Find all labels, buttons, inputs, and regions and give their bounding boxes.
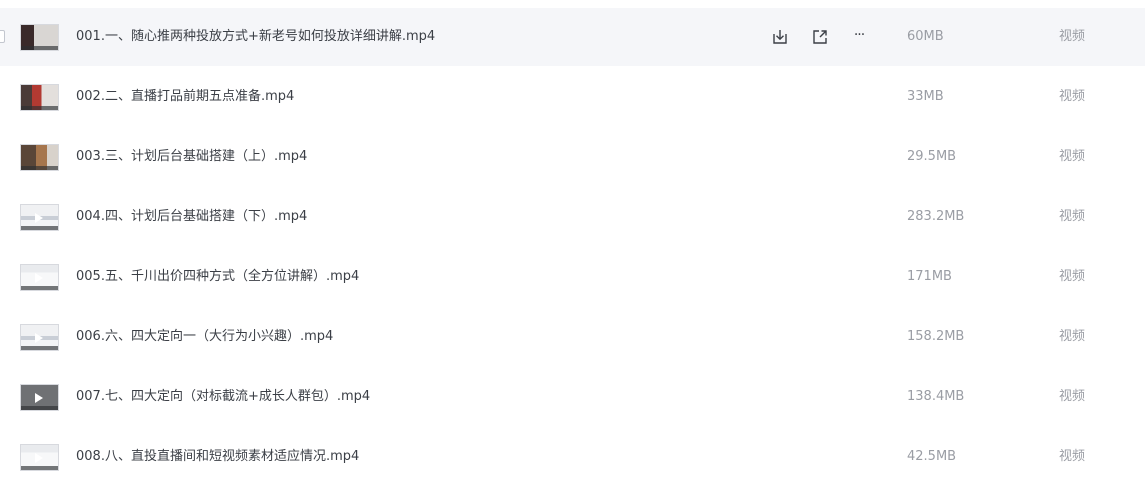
thumbnail-bar — [21, 466, 58, 470]
file-row[interactable]: 008.八、直投直播间和短视频素材适应情况.mp4 42.5MB 视频 — [0, 428, 1145, 486]
file-name[interactable]: 003.三、计划后台基础搭建（上）.mp4 — [76, 148, 307, 166]
file-type: 视频 — [1059, 449, 1086, 464]
file-type: 视频 — [1059, 389, 1086, 404]
file-size: 33MB — [907, 89, 944, 104]
file-size: 171MB — [907, 269, 952, 284]
file-name[interactable]: 008.八、直投直播间和短视频素材适应情况.mp4 — [76, 448, 359, 466]
download-icon[interactable] — [770, 27, 790, 47]
file-name[interactable]: 007.七、四大定向（对标截流+成长人群包）.mp4 — [76, 388, 370, 406]
thumbnail-bar — [21, 46, 58, 50]
share-icon[interactable] — [810, 27, 830, 47]
file-size: 138.4MB — [907, 389, 965, 404]
file-row[interactable]: 005.五、千川出价四种方式（全方位讲解）.mp4 171MB 视频 — [0, 248, 1145, 306]
file-list: 001.一、随心推两种投放方式+新老号如何投放详细讲解.mp4 ··· 60MB 视频… — [0, 0, 1145, 499]
file-name[interactable]: 006.六、四大定向一（大行为小兴趣）.mp4 — [76, 328, 333, 346]
video-thumbnail — [20, 384, 59, 411]
thumbnail-bar — [21, 286, 58, 290]
file-size: 42.5MB — [907, 449, 957, 464]
file-size: 29.5MB — [907, 149, 957, 164]
file-row[interactable]: 002.二、直播打品前期五点准备.mp4 33MB 视频 — [0, 68, 1145, 126]
video-thumbnail — [20, 264, 59, 291]
play-icon — [35, 333, 43, 343]
file-type: 视频 — [1059, 209, 1086, 224]
file-row[interactable]: 006.六、四大定向一（大行为小兴趣）.mp4 158.2MB 视频 — [0, 308, 1145, 366]
play-icon — [35, 393, 43, 403]
file-type: 视频 — [1059, 29, 1086, 44]
video-thumbnail — [20, 24, 59, 51]
file-name[interactable]: 002.二、直播打品前期五点准备.mp4 — [76, 88, 294, 106]
video-thumbnail — [20, 204, 59, 231]
thumbnail-bar — [21, 406, 58, 410]
play-icon — [35, 213, 43, 223]
play-icon — [35, 273, 43, 283]
thumbnail-bar — [21, 166, 58, 170]
file-size: 60MB — [907, 29, 944, 44]
file-name[interactable]: 001.一、随心推两种投放方式+新老号如何投放详细讲解.mp4 — [76, 28, 435, 46]
file-type: 视频 — [1059, 329, 1086, 344]
thumbnail-bar — [21, 226, 58, 230]
video-thumbnail — [20, 444, 59, 471]
file-name[interactable]: 005.五、千川出价四种方式（全方位讲解）.mp4 — [76, 268, 359, 286]
file-type: 视频 — [1059, 149, 1086, 164]
video-thumbnail — [20, 84, 59, 111]
file-type: 视频 — [1059, 89, 1086, 104]
file-row[interactable]: 004.四、计划后台基础搭建（下）.mp4 283.2MB 视频 — [0, 188, 1145, 246]
video-thumbnail — [20, 324, 59, 351]
file-name[interactable]: 004.四、计划后台基础搭建（下）.mp4 — [76, 208, 307, 226]
file-size: 158.2MB — [907, 329, 965, 344]
select-checkbox[interactable] — [0, 30, 5, 43]
video-thumbnail — [20, 144, 59, 171]
file-row[interactable]: 007.七、四大定向（对标截流+成长人群包）.mp4 138.4MB 视频 — [0, 368, 1145, 426]
file-row[interactable]: 003.三、计划后台基础搭建（上）.mp4 29.5MB 视频 — [0, 128, 1145, 186]
file-size: 283.2MB — [907, 209, 965, 224]
file-row[interactable]: 001.一、随心推两种投放方式+新老号如何投放详细讲解.mp4 ··· 60MB 视频 — [0, 8, 1145, 66]
thumbnail-bar — [21, 106, 58, 110]
file-type: 视频 — [1059, 269, 1086, 284]
thumbnail-bar — [21, 346, 58, 350]
play-icon — [35, 453, 43, 463]
more-icon[interactable]: ··· — [849, 25, 869, 45]
